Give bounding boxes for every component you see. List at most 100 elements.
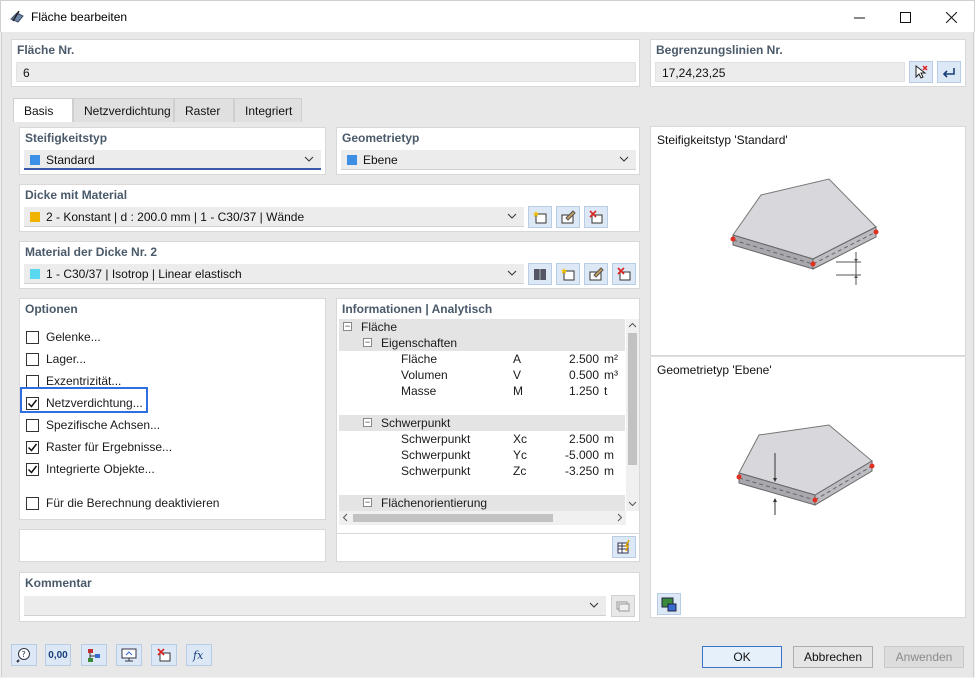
checkbox[interactable]	[26, 418, 39, 432]
option-label: Spezifische Achsen...	[46, 418, 161, 432]
minimize-button[interactable]	[836, 1, 882, 33]
edit-thickness-button[interactable]	[556, 206, 580, 228]
geometry-type-panel: Geometrietyp Ebene	[336, 127, 640, 175]
material-color-swatch	[30, 269, 40, 279]
tab-raster[interactable]: Raster	[174, 98, 234, 122]
surface-number-field[interactable]: 6	[16, 62, 636, 82]
tree-row: Masse M 1.250 t	[339, 383, 625, 399]
checkbox[interactable]	[26, 374, 39, 388]
horizontal-scrollbar[interactable]	[339, 511, 626, 525]
info-table-button[interactable]	[612, 536, 636, 558]
pick-cursor-icon	[915, 64, 928, 79]
vertical-scrollbar[interactable]	[626, 319, 639, 511]
edit-material-button[interactable]	[584, 263, 608, 285]
thickness-label: Dicke mit Material	[25, 188, 128, 202]
tree-root-label: Fläche	[361, 320, 398, 334]
collapse-icon[interactable]: −	[363, 498, 372, 507]
help-button[interactable]: ?	[11, 644, 37, 666]
option-raster-ergebnisse[interactable]: Raster für Ergebnisse...	[26, 439, 172, 455]
tree-row-root[interactable]: − Fläche	[339, 319, 625, 335]
units-button[interactable]: 0,00	[45, 644, 71, 666]
scroll-thumb[interactable]	[628, 333, 637, 465]
edit-item-icon	[589, 267, 604, 281]
maximize-button[interactable]	[882, 1, 928, 33]
tab-netzverdichtung[interactable]: Netzverdichtung	[73, 98, 174, 122]
checkbox[interactable]	[26, 352, 39, 366]
delete-tool-button[interactable]	[151, 644, 177, 666]
tree-group-label: Eigenschaften	[381, 336, 458, 350]
option-netzverdichtung[interactable]: Netzverdichtung...	[26, 395, 143, 411]
new-material-button[interactable]	[556, 263, 580, 285]
units-decimal-icon: 0,00	[48, 649, 68, 661]
material-library-button[interactable]	[528, 263, 552, 285]
cancel-button[interactable]: Abbrechen	[793, 646, 873, 668]
tree-info-icon	[88, 649, 100, 662]
row-name: Masse	[401, 384, 437, 398]
chevron-down-icon	[619, 156, 629, 162]
option-label: Exzentrizität...	[46, 374, 122, 388]
collapse-icon[interactable]: −	[363, 338, 372, 347]
scroll-right-icon[interactable]	[615, 513, 624, 522]
row-symbol: A	[513, 352, 522, 366]
monitor-view-icon	[121, 648, 137, 662]
options-extra-panel	[19, 529, 326, 562]
tree-group-row[interactable]: − Eigenschaften	[339, 335, 625, 351]
checkbox[interactable]	[26, 496, 39, 510]
option-gelenke[interactable]: Gelenke...	[26, 329, 101, 345]
surface-number-label: Fläche Nr.	[17, 43, 75, 57]
thickness-select[interactable]: 2 - Konstant | d : 200.0 mm | 1 - C30/37…	[24, 207, 524, 227]
scroll-down-icon[interactable]	[628, 499, 637, 508]
comment-library-button[interactable]	[611, 595, 635, 617]
checkbox[interactable]	[26, 330, 39, 344]
options-panel: Optionen Gelenke... Lager... Exzentrizit…	[19, 298, 326, 520]
option-deactivate[interactable]: Für die Berechnung deaktivieren	[26, 495, 219, 511]
scroll-left-icon[interactable]	[341, 513, 350, 522]
boundary-lines-field[interactable]: 17,24,23,25	[655, 62, 905, 82]
row-name: Schwerpunkt	[401, 464, 471, 478]
ok-button[interactable]: OK	[702, 646, 782, 668]
info-tool-button[interactable]	[81, 644, 107, 666]
tree-group-row[interactable]: − Schwerpunkt	[339, 415, 625, 431]
tree-row: Schwerpunkt Yc -5.000 m	[339, 447, 625, 463]
delete-material-button[interactable]	[612, 263, 636, 285]
reverse-lines-button[interactable]	[937, 61, 961, 83]
tree-group-label: Flächenorientierung	[381, 496, 488, 510]
checkmark-icon	[27, 399, 38, 408]
option-integrierte-objekte[interactable]: Integrierte Objekte...	[26, 461, 155, 477]
scroll-up-icon[interactable]	[628, 321, 637, 330]
material-select[interactable]: 1 - C30/37 | Isotrop | Linear elastisch	[24, 264, 524, 284]
delete-thickness-button[interactable]	[584, 206, 608, 228]
option-spezifische-achsen[interactable]: Spezifische Achsen...	[26, 417, 160, 433]
close-button[interactable]	[928, 1, 974, 33]
options-label: Optionen	[25, 302, 78, 316]
tab-basis[interactable]: Basis	[13, 98, 73, 123]
view-tool-button[interactable]	[116, 644, 142, 666]
checkbox-checked[interactable]	[26, 440, 39, 454]
checkbox-checked[interactable]	[26, 396, 39, 410]
stiffness-type-select[interactable]: Standard	[24, 150, 321, 170]
info-tree[interactable]: − Fläche − Eigenschaften Fläche A 2.500 …	[339, 319, 625, 511]
stiffness-preview-label: Steifigkeitstyp 'Standard'	[657, 133, 788, 147]
row-unit: m²	[604, 352, 618, 366]
chevron-down-icon	[589, 602, 599, 608]
geometry-preview-panel: Geometrietyp 'Ebene'	[650, 356, 966, 618]
collapse-icon[interactable]: −	[343, 322, 352, 331]
collapse-icon[interactable]: −	[363, 418, 372, 427]
stiffness-type-label: Steifigkeitstyp	[25, 131, 108, 145]
geometry-type-select[interactable]: Ebene	[341, 150, 636, 170]
apply-button[interactable]: Anwenden	[884, 646, 964, 668]
tab-integriert[interactable]: Integriert	[234, 98, 302, 122]
row-value: 2.500	[568, 432, 599, 446]
info-panel: Informationen | Analytisch − Fläche − Ei…	[336, 298, 640, 534]
preview-options-button[interactable]	[657, 593, 681, 615]
new-thickness-button[interactable]	[528, 206, 552, 228]
tree-group-label: Schwerpunkt	[381, 416, 451, 430]
row-name: Fläche	[401, 352, 438, 366]
checkbox-checked[interactable]	[26, 462, 39, 476]
tree-group-row[interactable]: − Flächenorientierung	[339, 495, 625, 511]
option-lager[interactable]: Lager...	[26, 351, 86, 367]
formula-button[interactable]: fx	[186, 644, 212, 666]
pick-lines-button[interactable]	[909, 61, 933, 83]
comment-input[interactable]	[24, 596, 606, 616]
scroll-thumb[interactable]	[353, 514, 553, 522]
